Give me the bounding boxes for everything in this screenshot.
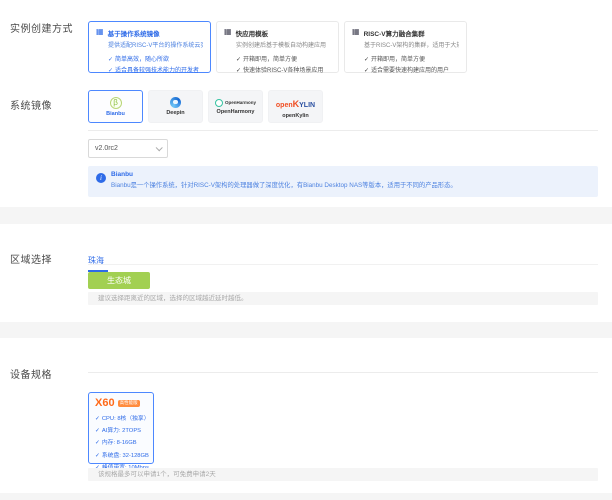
- check-icon: [364, 68, 371, 74]
- image-tile-bianbu[interactable]: Bianbu: [88, 90, 143, 123]
- image-tile-openharmony[interactable]: OpenHarmony OpenHarmony: [208, 90, 263, 123]
- region-tabbar: 珠海: [88, 250, 598, 265]
- spec-card-x60[interactable]: X60 高性能版 CPU: 8核（独享） AI算力: 2TOPS 内存: 8-1…: [88, 392, 154, 464]
- image-version-value: v2.0rc2: [95, 145, 118, 152]
- bianbu-logo-icon: [110, 97, 122, 109]
- openharmony-logo-icon: OpenHarmony: [215, 99, 256, 107]
- grid-icon: ▦: [352, 28, 360, 36]
- system-image-tiles: Bianbu Deepin OpenHarmony OpenHarmony op…: [88, 90, 323, 123]
- check-icon: [236, 68, 243, 74]
- creation-method-cards: ▦ 基于操作系统镜像 提供适配RISC-V平台的操作系统云实例 简单高效，随心所…: [88, 21, 467, 73]
- info-banner-title: Bianbu: [111, 171, 590, 178]
- spec-badge: 高性能版: [118, 400, 140, 408]
- method-card-bullet: 开箱即用，简单方便: [236, 54, 331, 63]
- system-image-label: 系统镜像: [10, 97, 52, 112]
- method-card-bullet: 简单高效，随心所欲: [108, 54, 203, 63]
- check-icon: [108, 57, 115, 63]
- check-icon: [95, 428, 102, 434]
- deepin-logo-icon: [170, 97, 181, 108]
- grid-icon: ▦: [224, 28, 232, 36]
- method-card-os-image[interactable]: ▦ 基于操作系统镜像 提供适配RISC-V平台的操作系统云实例 简单高效，随心所…: [88, 21, 211, 73]
- creation-method-label: 实例创建方式: [10, 20, 73, 35]
- region-label: 区域选择: [10, 251, 52, 266]
- method-card-title: 快应用模板: [236, 28, 269, 38]
- region-hint: 建议选择距离近的区域，选择的区域越近延时越低。: [88, 292, 598, 305]
- check-icon: [364, 57, 371, 63]
- method-card-bullet: 快速体验RISC-V各种场景应用: [236, 65, 331, 74]
- divider: [88, 372, 598, 373]
- info-banner-body: Bianbu是一个操作系统，针对RISC-V架构的处理器做了深度优化，有Bian…: [111, 180, 590, 189]
- method-card-subtitle: 实例创建后基于模板自动构建应用: [236, 40, 331, 49]
- check-icon: [95, 453, 102, 459]
- openkylin-logo-icon: openKYLIN: [276, 95, 315, 111]
- chevron-down-icon: [156, 144, 163, 151]
- section-separator: [0, 322, 612, 338]
- zone-button[interactable]: 生态城: [88, 272, 150, 289]
- method-card-title: RISC-V算力融合集群: [364, 28, 425, 38]
- image-tile-label: openKylin: [282, 113, 309, 119]
- spec-line: 内存: 8-16GB: [95, 437, 147, 446]
- method-card-quick-app-template[interactable]: ▦ 快应用模板 实例创建后基于模板自动构建应用 开箱即用，简单方便 快速体验RI…: [216, 21, 339, 73]
- divider: [88, 130, 598, 131]
- image-tile-label: Bianbu: [106, 111, 125, 117]
- method-card-bullet: 适合需要快速构建应用的用户: [364, 65, 459, 74]
- check-icon: [95, 416, 102, 422]
- info-icon: [96, 173, 106, 183]
- method-card-bullet: 适合具备较强技术能力的开发者: [108, 65, 203, 74]
- check-icon: [95, 440, 102, 446]
- bianbu-info-banner: Bianbu Bianbu是一个操作系统，针对RISC-V架构的处理器做了深度优…: [88, 166, 598, 197]
- spec-line: CPU: 8核（独享）: [95, 413, 147, 422]
- spec-line: AI算力: 2TOPS: [95, 425, 147, 434]
- spec-model: X60: [95, 398, 115, 409]
- image-tile-deepin[interactable]: Deepin: [148, 90, 203, 123]
- check-icon: [108, 68, 115, 74]
- image-tile-label: OpenHarmony: [217, 109, 255, 115]
- method-card-bullet: 开箱即用，简单方便: [364, 54, 459, 63]
- spec-hint: 该规格最多可以申请1个，可免费申请2天: [88, 468, 598, 481]
- section-separator: [0, 207, 612, 224]
- image-tile-openkylin[interactable]: openKYLIN openKylin: [268, 90, 323, 123]
- instance-create-page: 实例创建方式 ▦ 基于操作系统镜像 提供适配RISC-V平台的操作系统云实例 简…: [0, 0, 612, 500]
- image-tile-label: Deepin: [166, 110, 184, 116]
- openharmony-ring-icon: [215, 99, 223, 107]
- method-card-subtitle: 基于RISC-V架构的集群，适用于大规模计...: [364, 40, 459, 49]
- method-card-riscv-cluster[interactable]: ▦ RISC-V算力融合集群 基于RISC-V架构的集群，适用于大规模计... …: [344, 21, 467, 73]
- image-version-select[interactable]: v2.0rc2: [88, 139, 168, 158]
- method-card-subtitle: 提供适配RISC-V平台的操作系统云实例: [108, 40, 203, 49]
- method-card-title: 基于操作系统镜像: [108, 28, 160, 38]
- spec-line: 系统盘: 32-128GB: [95, 450, 147, 459]
- device-spec-label: 设备规格: [10, 366, 52, 381]
- region-tab-zhuhai[interactable]: 珠海: [88, 255, 108, 272]
- section-separator: [0, 493, 612, 500]
- check-icon: [236, 57, 243, 63]
- grid-icon: ▦: [96, 28, 104, 36]
